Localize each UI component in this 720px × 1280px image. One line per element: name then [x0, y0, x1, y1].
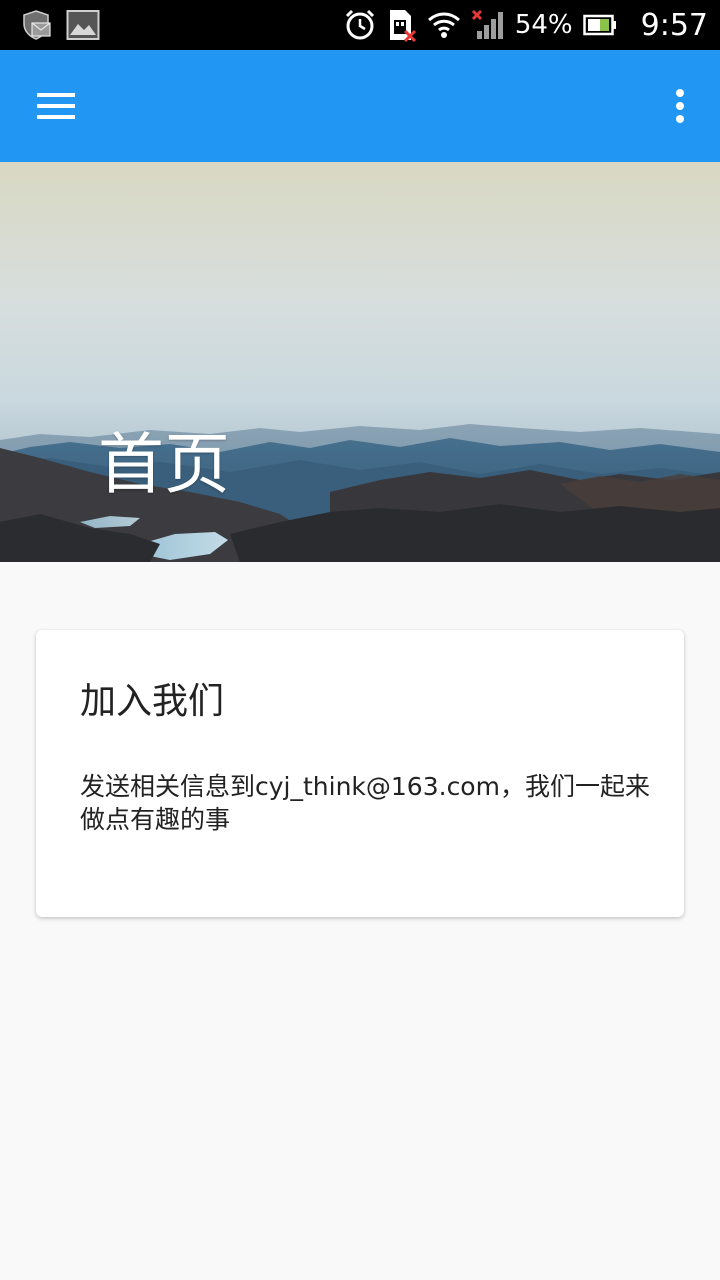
more-vert-icon — [676, 89, 684, 123]
page-title: 首页 — [98, 426, 230, 503]
app-toolbar — [0, 50, 720, 162]
card-title: 加入我们 — [80, 681, 225, 722]
status-bar-system: 54% 9:57 — [343, 0, 708, 50]
more-options-button[interactable] — [656, 74, 704, 138]
wifi-icon — [427, 12, 460, 38]
menu-button[interactable] — [24, 74, 88, 138]
image-icon — [66, 10, 100, 40]
signal-no-service-icon — [471, 9, 503, 39]
battery-icon — [582, 14, 616, 36]
shield-mail-icon — [23, 10, 51, 40]
battery-percent: 54% — [514, 10, 573, 40]
header-image: 首页 — [0, 162, 720, 562]
status-bar-notifications — [20, 0, 100, 50]
join-us-card: 加入我们 发送相关信息到cyj_think@163.com，我们一起来做点有趣的… — [36, 630, 684, 917]
card-body-text: 发送相关信息到cyj_think@163.com，我们一起来做点有趣的事 — [80, 772, 650, 834]
sim-card-error-icon — [389, 10, 416, 42]
status-bar: 54% 9:57 — [0, 0, 720, 50]
alarm-icon — [345, 9, 374, 40]
menu-icon — [37, 93, 75, 119]
status-time: 9:57 — [640, 7, 708, 43]
